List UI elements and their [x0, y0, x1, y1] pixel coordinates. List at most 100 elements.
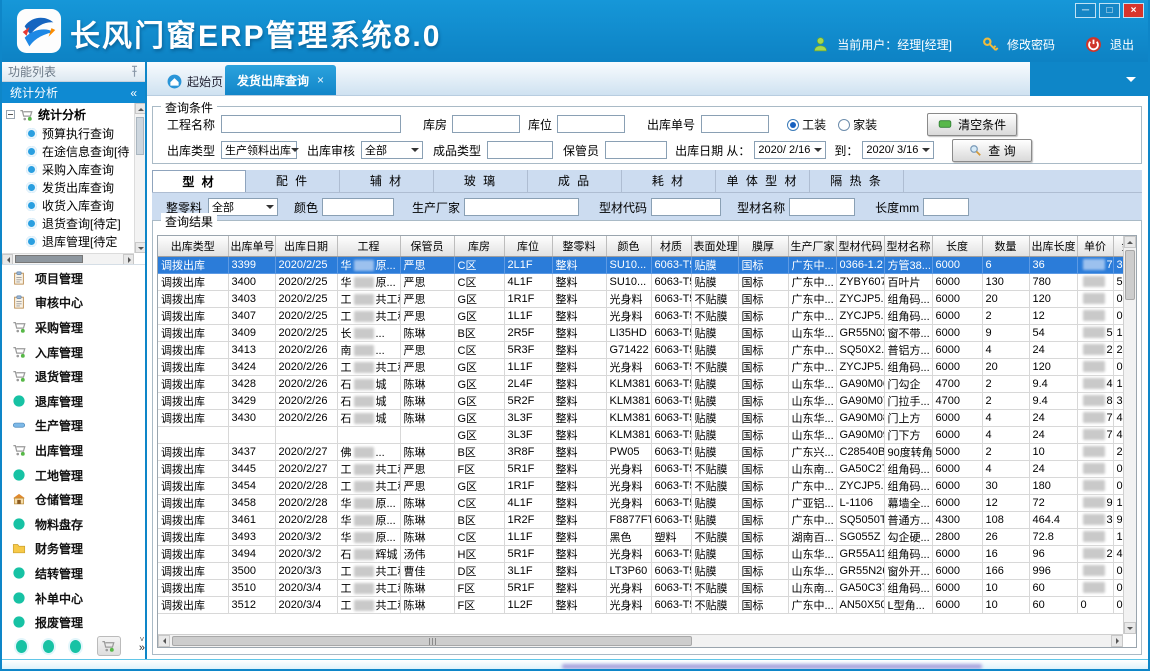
cell-wh[interactable]: G区: [454, 426, 504, 443]
cell-loc[interactable]: 1R1F: [504, 290, 552, 307]
whole-part-select[interactable]: 全部: [208, 198, 278, 216]
tab-home[interactable]: 起始页: [155, 67, 235, 95]
cell-surface[interactable]: 不贴膜: [691, 460, 738, 477]
cell-len[interactable]: 6000: [932, 307, 982, 324]
cell-mfr[interactable]: 山东华...: [788, 324, 836, 341]
cell-date[interactable]: 2020/2/26: [275, 375, 337, 392]
cell-wh[interactable]: B区: [454, 324, 504, 341]
cell-len[interactable]: 6000: [932, 579, 982, 596]
cell-code[interactable]: GR55A11: [836, 545, 884, 562]
out-type-select[interactable]: 生产领料出库: [221, 141, 297, 159]
cell-color[interactable]: KLM3817: [606, 392, 651, 409]
cell-proj[interactable]: 长...: [337, 324, 400, 341]
table-row[interactable]: 调拨出库34452020/2/27工共工程严思F区5R1F整料光身料6063-T…: [158, 460, 1137, 477]
table-row[interactable]: 调拨出库34242020/2/26工共工程严思G区1L1F整料光身料6063-T…: [158, 358, 1137, 375]
cell-no[interactable]: 3399: [228, 256, 275, 273]
cell-code[interactable]: SG055Z: [836, 528, 884, 545]
tree-item[interactable]: 退库管理[待定: [2, 232, 134, 250]
cell-proj[interactable]: 华原...: [337, 528, 400, 545]
grid-vscroll-thumb[interactable]: [1125, 250, 1135, 300]
sidebar-module-item[interactable]: 出库管理: [2, 438, 145, 463]
cell-len[interactable]: 6000: [932, 494, 982, 511]
table-row[interactable]: 调拨出库34372020/2/27佛...陈琳B区3R8F整料PW056063-…: [158, 443, 1137, 460]
cell-loc[interactable]: 2R5F: [504, 324, 552, 341]
cell-no[interactable]: 3428: [228, 375, 275, 392]
cell-wh[interactable]: C区: [454, 494, 504, 511]
cell-whole[interactable]: 整料: [552, 579, 606, 596]
cell-outlen[interactable]: 10: [1029, 443, 1077, 460]
cell-name[interactable]: L型角...: [884, 596, 932, 613]
table-row[interactable]: 调拨出库34072020/2/25工共工程严思G区1L1F整料光身料6063-T…: [158, 307, 1137, 324]
cell-no[interactable]: 3437: [228, 443, 275, 460]
cell-mfr[interactable]: 广东中...: [788, 358, 836, 375]
cell-color[interactable]: KLM3817: [606, 426, 651, 443]
scroll-left-icon[interactable]: [158, 635, 170, 647]
cell-surface[interactable]: 贴膜: [691, 409, 738, 426]
cell-wh[interactable]: G区: [454, 392, 504, 409]
cell-type[interactable]: 调拨出库: [158, 358, 228, 375]
cell-surface[interactable]: 贴膜: [691, 443, 738, 460]
cell-keeper[interactable]: 严思: [400, 290, 454, 307]
cell-code[interactable]: GA90M09...: [836, 426, 884, 443]
tree-horizontal-scrollbar[interactable]: [2, 253, 134, 264]
cell-loc[interactable]: 4L1F: [504, 273, 552, 290]
cell-surface[interactable]: 贴膜: [691, 494, 738, 511]
cell-film[interactable]: 国标: [738, 545, 788, 562]
cell-surface[interactable]: 贴膜: [691, 545, 738, 562]
cell-outlen[interactable]: 24: [1029, 409, 1077, 426]
material-tab[interactable]: 辅 材: [340, 170, 434, 192]
cell-color[interactable]: 黑色: [606, 528, 651, 545]
cell-outlen[interactable]: 60: [1029, 596, 1077, 613]
cell-code[interactable]: GA50C27: [836, 460, 884, 477]
cell-price[interactable]: [1077, 290, 1113, 307]
cell-wh[interactable]: G区: [454, 307, 504, 324]
cell-keeper[interactable]: 汤伟: [400, 545, 454, 562]
cell-mfr[interactable]: 山东华...: [788, 426, 836, 443]
cell-price[interactable]: 75: [1077, 426, 1113, 443]
cell-no[interactable]: 3500: [228, 562, 275, 579]
cell-type[interactable]: 调拨出库: [158, 273, 228, 290]
cell-date[interactable]: 2020/3/2: [275, 528, 337, 545]
cell-surface[interactable]: 贴膜: [691, 324, 738, 341]
cell-keeper[interactable]: 陈琳: [400, 579, 454, 596]
column-header[interactable]: 型材代码: [836, 236, 884, 256]
cell-price[interactable]: 306: [1077, 511, 1113, 528]
cell-name[interactable]: 组角码...: [884, 358, 932, 375]
cell-outlen[interactable]: 9.4: [1029, 392, 1077, 409]
cell-date[interactable]: 2020/2/26: [275, 409, 337, 426]
material-tab[interactable]: 配 件: [246, 170, 340, 192]
cell-mfr[interactable]: 广东中...: [788, 341, 836, 358]
cell-proj[interactable]: 工共工程: [337, 477, 400, 494]
table-row[interactable]: 调拨出库35002020/3/3工共工程曹佳D区3L1F整料LT3P606063…: [158, 562, 1137, 579]
cell-outlen[interactable]: 24: [1029, 341, 1077, 358]
column-header[interactable]: 单价: [1077, 236, 1113, 256]
cell-proj[interactable]: 华原...: [337, 511, 400, 528]
table-row[interactable]: 调拨出库34292020/2/26石城陈琳G区5R2F整料KLM38176063…: [158, 392, 1137, 409]
cell-whole[interactable]: 整料: [552, 460, 606, 477]
cell-code[interactable]: GA50C37: [836, 579, 884, 596]
sidebar-module-item[interactable]: 入库管理: [2, 340, 145, 365]
cell-film[interactable]: 国标: [738, 273, 788, 290]
cell-type[interactable]: 调拨出库: [158, 528, 228, 545]
scroll-up-icon[interactable]: [135, 103, 145, 114]
cell-code[interactable]: SQ50X2...: [836, 341, 884, 358]
cell-qty[interactable]: 4: [982, 341, 1029, 358]
cell-proj[interactable]: 石城: [337, 375, 400, 392]
cell-whole[interactable]: 整料: [552, 528, 606, 545]
cell-code[interactable]: ZYCJP5...: [836, 307, 884, 324]
cell-price[interactable]: 2972: [1077, 341, 1113, 358]
material-tab[interactable]: 型 材: [152, 170, 246, 192]
cell-name[interactable]: 门下方: [884, 426, 932, 443]
cell-type[interactable]: 调拨出库: [158, 545, 228, 562]
cell-whole[interactable]: 整料: [552, 443, 606, 460]
tree-item[interactable]: 在途信息查询[待: [2, 142, 134, 160]
cell-film[interactable]: 国标: [738, 528, 788, 545]
cell-date[interactable]: 2020/2/25: [275, 273, 337, 290]
cell-mat[interactable]: 6063-T5: [651, 273, 691, 290]
column-header[interactable]: 出库日期: [275, 236, 337, 256]
cell-mfr[interactable]: 广东中...: [788, 273, 836, 290]
cell-outlen[interactable]: 72.8: [1029, 528, 1077, 545]
cell-surface[interactable]: 贴膜: [691, 273, 738, 290]
table-row[interactable]: 调拨出库34932020/3/2华原...陈琳C区1L1F整料黑色塑料不贴膜国标…: [158, 528, 1137, 545]
cell-name[interactable]: 百叶片: [884, 273, 932, 290]
